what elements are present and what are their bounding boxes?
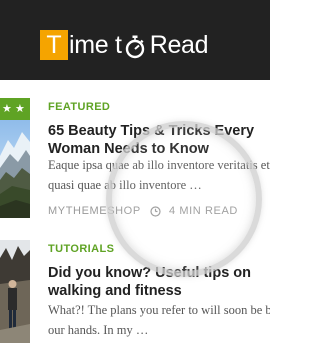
article-title[interactable]: 65 Beauty Tips & Tricks Every Woman Need… bbox=[48, 122, 263, 158]
logo-word-time: ime t bbox=[69, 31, 122, 59]
stopwatch-icon bbox=[125, 35, 145, 59]
excerpt-line: our hands. In my … bbox=[48, 323, 149, 337]
read-time: 4 MIN READ bbox=[150, 205, 238, 218]
site-header: T ime t Read bbox=[0, 0, 270, 80]
article-card: ★ ★ FEATURED 65 Beauty Tips & Tricks Eve… bbox=[0, 98, 270, 220]
category-label[interactable]: FEATURED bbox=[48, 101, 110, 114]
article-excerpt: Eaque ipsa quae ab illo inventore verita… bbox=[48, 155, 270, 195]
article-title-line: 65 Beauty Tips & Tricks Every bbox=[48, 123, 255, 139]
star-icon: ★ bbox=[15, 102, 25, 115]
article-excerpt: What?! The plans you refer to will soon … bbox=[48, 300, 270, 340]
read-time-label: 4 MIN READ bbox=[169, 205, 238, 217]
clock-icon bbox=[150, 206, 161, 217]
star-icon: ★ bbox=[2, 102, 12, 115]
article-thumbnail[interactable]: ★ ★ bbox=[0, 98, 30, 218]
excerpt-line: What?! The plans you refer to will soon … bbox=[48, 303, 270, 317]
article-thumbnail[interactable] bbox=[0, 240, 30, 343]
logo-word-read: Read bbox=[149, 31, 209, 59]
article-title[interactable]: Did you know? Useful tips on walking and… bbox=[48, 264, 263, 300]
article-card: TUTORIALS Did you know? Useful tips on w… bbox=[0, 240, 270, 343]
excerpt-line: Eaque ipsa quae ab illo inventore verita… bbox=[48, 158, 270, 172]
article-title-line: walking and fitness bbox=[48, 283, 182, 299]
site-logo[interactable]: T ime t Read bbox=[40, 29, 209, 61]
author-link[interactable]: MYTHEMESHOP bbox=[48, 205, 141, 218]
category-label[interactable]: TUTORIALS bbox=[48, 243, 114, 256]
logo-initial: T bbox=[40, 30, 68, 60]
rating-badge: ★ ★ bbox=[0, 98, 30, 120]
article-title-line: Did you know? Useful tips on bbox=[48, 265, 251, 281]
excerpt-line: quasi quae ab illo inventore … bbox=[48, 178, 202, 192]
